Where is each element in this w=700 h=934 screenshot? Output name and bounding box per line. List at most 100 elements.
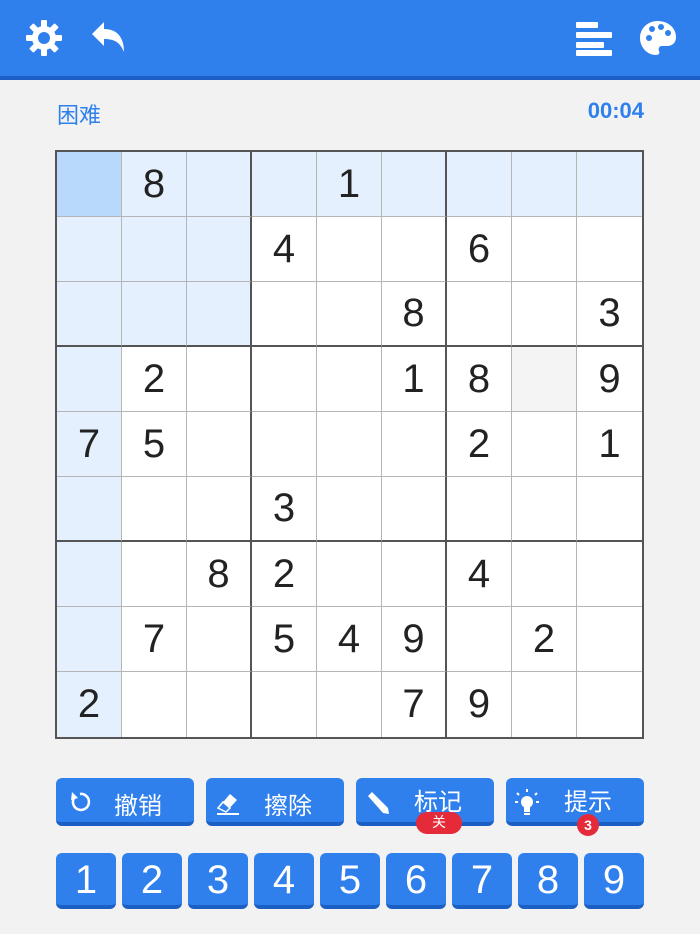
sudoku-cell[interactable]: 4 xyxy=(317,607,382,672)
sudoku-cell[interactable] xyxy=(577,607,642,672)
sudoku-cell[interactable]: 9 xyxy=(382,607,447,672)
sudoku-cell[interactable]: 2 xyxy=(512,607,577,672)
sudoku-cell[interactable] xyxy=(252,412,317,477)
sudoku-cell[interactable] xyxy=(577,217,642,282)
sudoku-cell[interactable] xyxy=(382,542,447,607)
sudoku-cell[interactable] xyxy=(57,542,122,607)
sudoku-cell[interactable] xyxy=(252,152,317,217)
timer: 00:04 xyxy=(587,98,644,123)
sudoku-cell[interactable] xyxy=(577,477,642,542)
difficulty-label: 困难 xyxy=(57,104,102,129)
sudoku-cell[interactable] xyxy=(252,282,317,347)
sudoku-cell[interactable]: 8 xyxy=(187,542,252,607)
sudoku-cell[interactable] xyxy=(512,412,577,477)
sudoku-cell[interactable] xyxy=(122,217,187,282)
sudoku-cell[interactable] xyxy=(57,282,122,347)
sudoku-cell[interactable] xyxy=(512,282,577,347)
sudoku-cell[interactable]: 2 xyxy=(252,542,317,607)
sudoku-cell[interactable] xyxy=(447,282,512,347)
sudoku-cell[interactable] xyxy=(122,672,187,737)
number-button-6[interactable]: 6 xyxy=(386,853,446,909)
sudoku-cell[interactable] xyxy=(512,542,577,607)
sudoku-cell[interactable] xyxy=(577,152,642,217)
number-button-8[interactable]: 8 xyxy=(518,853,578,909)
sudoku-cell[interactable]: 4 xyxy=(447,542,512,607)
sudoku-cell[interactable] xyxy=(382,477,447,542)
sudoku-cell[interactable] xyxy=(382,217,447,282)
number-button-9[interactable]: 9 xyxy=(584,853,644,909)
sudoku-cell[interactable] xyxy=(187,152,252,217)
sudoku-cell[interactable]: 5 xyxy=(122,412,187,477)
sudoku-cell[interactable] xyxy=(252,347,317,412)
sudoku-cell[interactable]: 1 xyxy=(317,152,382,217)
sudoku-cell[interactable] xyxy=(317,542,382,607)
sudoku-cell[interactable]: 2 xyxy=(447,412,512,477)
sudoku-cell[interactable] xyxy=(577,672,642,737)
sudoku-cell[interactable]: 6 xyxy=(447,217,512,282)
sudoku-cell[interactable] xyxy=(317,347,382,412)
sudoku-cell[interactable] xyxy=(447,607,512,672)
sudoku-cell[interactable] xyxy=(512,347,577,412)
sudoku-cell[interactable] xyxy=(187,412,252,477)
sudoku-cell[interactable] xyxy=(512,672,577,737)
sudoku-cell[interactable]: 3 xyxy=(577,282,642,347)
sudoku-cell[interactable] xyxy=(512,152,577,217)
sudoku-cell[interactable] xyxy=(317,282,382,347)
sudoku-cell[interactable] xyxy=(57,152,122,217)
sudoku-cell[interactable] xyxy=(317,477,382,542)
number-button-7[interactable]: 7 xyxy=(452,853,512,909)
sudoku-cell[interactable] xyxy=(187,282,252,347)
sudoku-cell[interactable]: 8 xyxy=(382,282,447,347)
undo-arrow-icon[interactable] xyxy=(88,18,128,58)
number-button-4[interactable]: 4 xyxy=(254,853,314,909)
sudoku-cell[interactable] xyxy=(187,672,252,737)
stats-icon[interactable] xyxy=(574,18,614,58)
sudoku-cell[interactable] xyxy=(122,282,187,347)
sudoku-cell[interactable] xyxy=(57,217,122,282)
sudoku-cell[interactable] xyxy=(317,217,382,282)
palette-icon[interactable] xyxy=(638,18,678,58)
sudoku-cell[interactable]: 8 xyxy=(447,347,512,412)
sudoku-cell[interactable] xyxy=(57,607,122,672)
sudoku-cell[interactable]: 9 xyxy=(577,347,642,412)
sudoku-cell[interactable]: 4 xyxy=(252,217,317,282)
number-button-5[interactable]: 5 xyxy=(320,853,380,909)
sudoku-cell[interactable] xyxy=(512,217,577,282)
sudoku-cell[interactable] xyxy=(57,347,122,412)
gear-icon[interactable] xyxy=(24,18,64,58)
hint-button[interactable]: 提示 3 xyxy=(506,778,644,836)
sudoku-cell[interactable]: 1 xyxy=(382,347,447,412)
sudoku-cell[interactable]: 2 xyxy=(57,672,122,737)
sudoku-cell[interactable]: 5 xyxy=(252,607,317,672)
sudoku-cell[interactable] xyxy=(187,217,252,282)
sudoku-cell[interactable]: 9 xyxy=(447,672,512,737)
sudoku-cell[interactable]: 1 xyxy=(577,412,642,477)
sudoku-cell[interactable] xyxy=(317,412,382,477)
sudoku-cell[interactable]: 3 xyxy=(252,477,317,542)
sudoku-cell[interactable] xyxy=(512,477,577,542)
undo-button[interactable]: 撤销 xyxy=(56,778,194,826)
number-button-2[interactable]: 2 xyxy=(122,853,182,909)
sudoku-cell[interactable]: 7 xyxy=(382,672,447,737)
sudoku-cell[interactable] xyxy=(382,152,447,217)
sudoku-cell[interactable] xyxy=(187,477,252,542)
sudoku-cell[interactable] xyxy=(187,347,252,412)
sudoku-cell[interactable]: 8 xyxy=(122,152,187,217)
number-button-1[interactable]: 1 xyxy=(56,853,116,909)
sudoku-cell[interactable] xyxy=(57,477,122,542)
sudoku-cell[interactable] xyxy=(187,607,252,672)
sudoku-cell[interactable] xyxy=(122,477,187,542)
sudoku-cell[interactable] xyxy=(447,477,512,542)
sudoku-cell[interactable] xyxy=(382,412,447,477)
sudoku-cell[interactable]: 2 xyxy=(122,347,187,412)
erase-button[interactable]: 擦除 xyxy=(206,778,344,826)
sudoku-cell[interactable]: 7 xyxy=(57,412,122,477)
notes-button[interactable]: 标记 关 xyxy=(356,778,494,834)
sudoku-cell[interactable]: 7 xyxy=(122,607,187,672)
sudoku-cell[interactable] xyxy=(317,672,382,737)
sudoku-cell[interactable] xyxy=(577,542,642,607)
sudoku-cell[interactable] xyxy=(252,672,317,737)
sudoku-cell[interactable] xyxy=(122,542,187,607)
number-button-3[interactable]: 3 xyxy=(188,853,248,909)
sudoku-cell[interactable] xyxy=(447,152,512,217)
